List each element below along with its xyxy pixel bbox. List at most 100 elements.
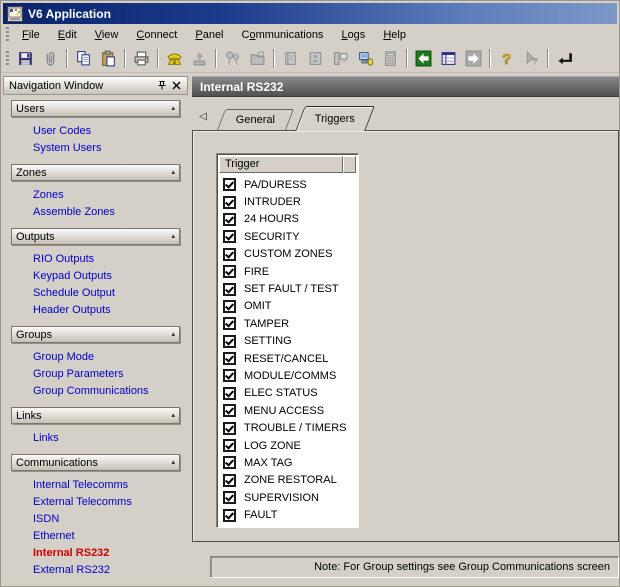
navigation-panel-header[interactable]: Navigation Window [3, 76, 188, 95]
nav-section-links[interactable]: Links▴ [11, 407, 180, 424]
checkbox-checked-icon[interactable] [223, 335, 236, 348]
checkbox-checked-icon[interactable] [223, 456, 236, 469]
trigger-column-header[interactable]: Trigger [219, 156, 343, 173]
disconnect-icon[interactable] [187, 47, 212, 70]
tab-scroll-left-button[interactable]: ◁ [195, 111, 211, 122]
nav-section-communications[interactable]: Communications▴ [11, 454, 180, 471]
trigger-row[interactable]: TAMPER [219, 315, 356, 332]
menu-file[interactable]: File [13, 26, 49, 44]
copy-icon[interactable] [71, 47, 96, 70]
trigger-row[interactable]: LOG ZONE [219, 437, 356, 454]
tab-triggers[interactable]: Triggers [295, 106, 375, 131]
trigger-row[interactable]: MODULE/COMMS [219, 367, 356, 384]
menu-panel[interactable]: Panel [186, 26, 232, 44]
trigger-row[interactable]: TROUBLE / TIMERS [219, 419, 356, 436]
forward-arrow-icon[interactable] [461, 47, 486, 70]
close-icon[interactable] [169, 79, 184, 93]
trigger-row[interactable]: CUSTOM ZONES [219, 246, 356, 263]
checkbox-checked-icon[interactable] [223, 439, 236, 452]
enter-icon[interactable] [552, 47, 577, 70]
nav-item-ethernet[interactable]: Ethernet [33, 527, 180, 544]
menu-help[interactable]: Help [374, 26, 415, 44]
nav-item-system-users[interactable]: System Users [33, 139, 180, 156]
trigger-row[interactable]: FIRE [219, 263, 356, 280]
trigger-row[interactable]: FAULT [219, 506, 356, 523]
calculator-icon[interactable] [378, 47, 403, 70]
nav-item-group-communications[interactable]: Group Communications [33, 382, 180, 399]
nav-item-internal-telecomms[interactable]: Internal Telecomms [33, 476, 180, 493]
back-arrow-icon[interactable] [411, 47, 436, 70]
checkbox-checked-icon[interactable] [223, 300, 236, 313]
context-help-icon[interactable]: ? [519, 47, 544, 70]
menu-view[interactable]: View [86, 26, 128, 44]
checkbox-checked-icon[interactable] [223, 248, 236, 261]
checkbox-checked-icon[interactable] [223, 265, 236, 278]
address-book-icon[interactable] [303, 47, 328, 70]
toolbar-grip-handle[interactable] [6, 51, 9, 66]
nav-item-header-outputs[interactable]: Header Outputs [33, 301, 180, 318]
help-icon[interactable]: ? [494, 47, 519, 70]
computer-icon[interactable] [328, 47, 353, 70]
checkbox-checked-icon[interactable] [223, 178, 236, 191]
checkbox-checked-icon[interactable] [223, 387, 236, 400]
menu-edit[interactable]: Edit [49, 26, 86, 44]
menu-communications[interactable]: Communications [233, 26, 333, 44]
trigger-row[interactable]: SET FAULT / TEST [219, 280, 356, 297]
menu-logs[interactable]: Logs [332, 26, 374, 44]
save-icon[interactable] [13, 47, 38, 70]
print-icon[interactable] [129, 47, 154, 70]
pin-icon[interactable] [154, 79, 169, 93]
trigger-row[interactable]: ZONE RESTORAL [219, 472, 356, 489]
pc-setup-icon[interactable] [353, 47, 378, 70]
folder-icon[interactable] [245, 47, 270, 70]
nav-item-schedule-output[interactable]: Schedule Output [33, 284, 180, 301]
nav-item-assemble-zones[interactable]: Assemble Zones [33, 203, 180, 220]
trigger-row[interactable]: RESET/CANCEL [219, 350, 356, 367]
nav-section-users[interactable]: Users▴ [11, 100, 180, 117]
collapse-arrow-icon[interactable]: ▴ [171, 105, 175, 112]
trigger-row[interactable]: PA/DURESS [219, 176, 356, 193]
trigger-row[interactable]: OMIT [219, 298, 356, 315]
nav-item-external-telecomms[interactable]: External Telecomms [33, 493, 180, 510]
nav-item-external-rs232[interactable]: External RS232 [33, 561, 180, 578]
nav-section-outputs[interactable]: Outputs▴ [11, 228, 180, 245]
trigger-row[interactable]: SECURITY [219, 228, 356, 245]
nav-section-groups[interactable]: Groups▴ [11, 326, 180, 343]
checkbox-checked-icon[interactable] [223, 422, 236, 435]
nav-item-keypad-outputs[interactable]: Keypad Outputs [33, 267, 180, 284]
notebook-icon[interactable] [278, 47, 303, 70]
collapse-arrow-icon[interactable]: ▴ [171, 459, 175, 466]
connect-phone-icon[interactable] [162, 47, 187, 70]
trigger-row[interactable]: SUPERVISION [219, 489, 356, 506]
paste-icon[interactable] [96, 47, 121, 70]
menu-grip-handle[interactable] [6, 27, 9, 42]
nav-item-user-codes[interactable]: User Codes [33, 122, 180, 139]
nav-item-group-mode[interactable]: Group Mode [33, 348, 180, 365]
form-view-icon[interactable] [436, 47, 461, 70]
collapse-arrow-icon[interactable]: ▴ [171, 331, 175, 338]
balloons-icon[interactable] [220, 47, 245, 70]
collapse-arrow-icon[interactable]: ▴ [171, 233, 175, 240]
checkbox-checked-icon[interactable] [223, 369, 236, 382]
nav-item-internal-rs232[interactable]: Internal RS232 [33, 544, 180, 561]
nav-item-group-parameters[interactable]: Group Parameters [33, 365, 180, 382]
trigger-row[interactable]: MENU ACCESS [219, 402, 356, 419]
nav-item-isdn[interactable]: ISDN [33, 510, 180, 527]
trigger-row[interactable]: SETTING [219, 333, 356, 350]
trigger-row[interactable]: ELEC STATUS [219, 385, 356, 402]
checkbox-checked-icon[interactable] [223, 317, 236, 330]
checkbox-checked-icon[interactable] [223, 230, 236, 243]
checkbox-checked-icon[interactable] [223, 491, 236, 504]
checkbox-checked-icon[interactable] [223, 196, 236, 209]
checkbox-checked-icon[interactable] [223, 213, 236, 226]
collapse-arrow-icon[interactable]: ▴ [171, 412, 175, 419]
trigger-row[interactable]: INTRUDER [219, 193, 356, 210]
checkbox-checked-icon[interactable] [223, 404, 236, 417]
attachment-icon[interactable] [38, 47, 63, 70]
tab-general[interactable]: General [217, 109, 294, 130]
app-icon[interactable] [7, 6, 23, 22]
nav-section-zones[interactable]: Zones▴ [11, 164, 180, 181]
checkbox-checked-icon[interactable] [223, 283, 236, 296]
trigger-row[interactable]: 24 HOURS [219, 211, 356, 228]
collapse-arrow-icon[interactable]: ▴ [171, 169, 175, 176]
